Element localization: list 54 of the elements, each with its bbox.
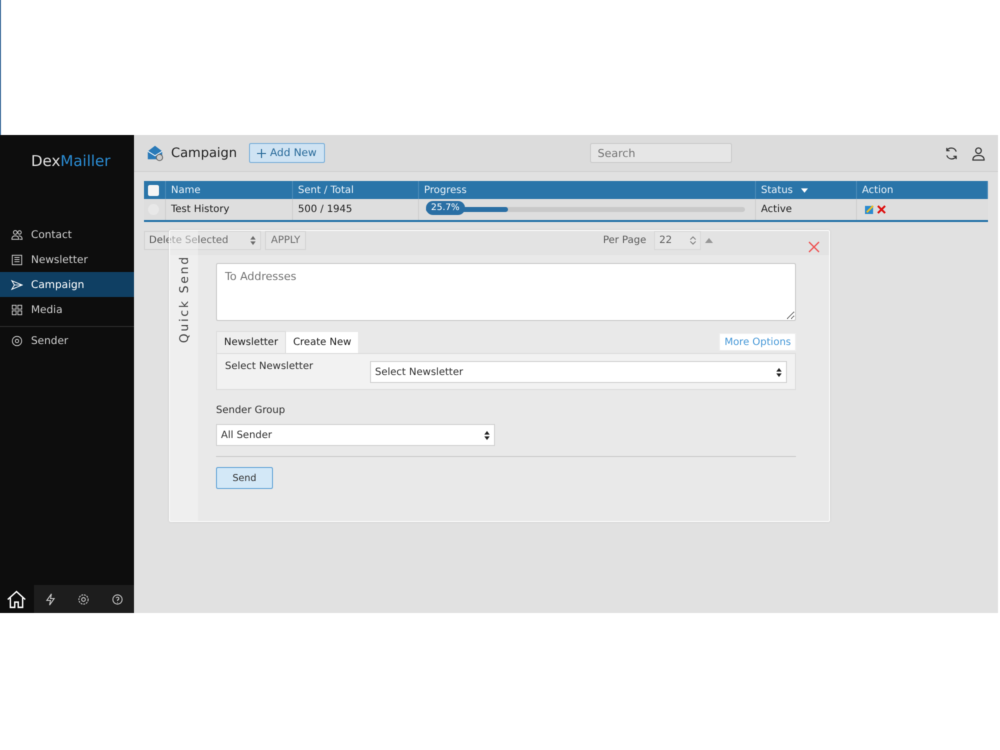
sort-caret-icon[interactable] xyxy=(800,188,808,192)
apply-button[interactable]: APPLY xyxy=(265,231,306,250)
select-all-checkbox[interactable] xyxy=(148,184,159,196)
send-button[interactable]: Send xyxy=(216,467,273,489)
column-header: Action xyxy=(862,184,894,196)
field-label: Select Newsletter xyxy=(225,361,314,374)
envelope-icon xyxy=(146,144,164,162)
newsletter-select[interactable]: Select Newsletter xyxy=(370,361,787,383)
table-cell: Active xyxy=(761,204,792,215)
plus-icon xyxy=(257,148,266,158)
updown-icon xyxy=(776,368,782,376)
send-icon xyxy=(11,278,23,290)
settings-icon xyxy=(77,592,90,606)
spinner-icon[interactable] xyxy=(690,236,696,245)
bulk-action-select[interactable]: Delete Selected xyxy=(144,231,261,250)
field-label: Sender Group xyxy=(216,405,286,416)
home-icon xyxy=(6,588,28,610)
app-logo: DexMailler xyxy=(30,151,112,172)
lightning-icon xyxy=(44,592,57,606)
edit-icon[interactable] xyxy=(865,205,874,214)
table-cell: Test History xyxy=(171,204,230,215)
sidebar-item[interactable]: Contact xyxy=(0,222,134,247)
tab[interactable]: Newsletter xyxy=(216,331,286,353)
delete-icon[interactable] xyxy=(877,205,886,214)
help-icon xyxy=(110,592,124,606)
sidebar-item[interactable]: Campaign xyxy=(0,272,134,297)
sidebar-item[interactable]: Media xyxy=(0,297,134,322)
sidebar-tab[interactable] xyxy=(34,585,67,613)
table-cell: 500 / 1945 xyxy=(298,204,352,215)
add-new-button[interactable]: Add New xyxy=(249,143,325,163)
column-header: Sent / Total xyxy=(298,184,354,196)
progress-badge: 25.7% xyxy=(426,201,465,215)
column-header: Status xyxy=(761,184,793,196)
refresh-icon[interactable] xyxy=(944,146,959,160)
updown-icon xyxy=(484,430,490,440)
updown-icon xyxy=(250,236,256,245)
per-page-field[interactable]: 22 xyxy=(654,231,701,250)
user-icon[interactable] xyxy=(971,146,986,160)
to-addresses-field[interactable]: To Addresses xyxy=(216,263,796,321)
panel-title: Quick Send xyxy=(177,255,191,343)
column-header: Name xyxy=(171,184,201,196)
sender-group-select[interactable]: All Sender xyxy=(216,424,495,446)
tab[interactable]: Create New xyxy=(286,332,358,353)
grid-icon xyxy=(11,304,23,316)
newspaper-icon xyxy=(11,254,23,266)
gear-icon xyxy=(11,335,23,347)
sidebar-tab[interactable] xyxy=(100,585,134,613)
people-icon xyxy=(11,228,23,240)
close-icon[interactable] xyxy=(808,241,820,253)
search-field[interactable]: Search xyxy=(590,143,732,163)
sidebar-item[interactable]: Newsletter xyxy=(0,247,134,272)
column-header: Progress xyxy=(424,184,467,196)
page-title: Campaign xyxy=(171,146,238,160)
per-page-label: Per Page xyxy=(602,235,646,246)
